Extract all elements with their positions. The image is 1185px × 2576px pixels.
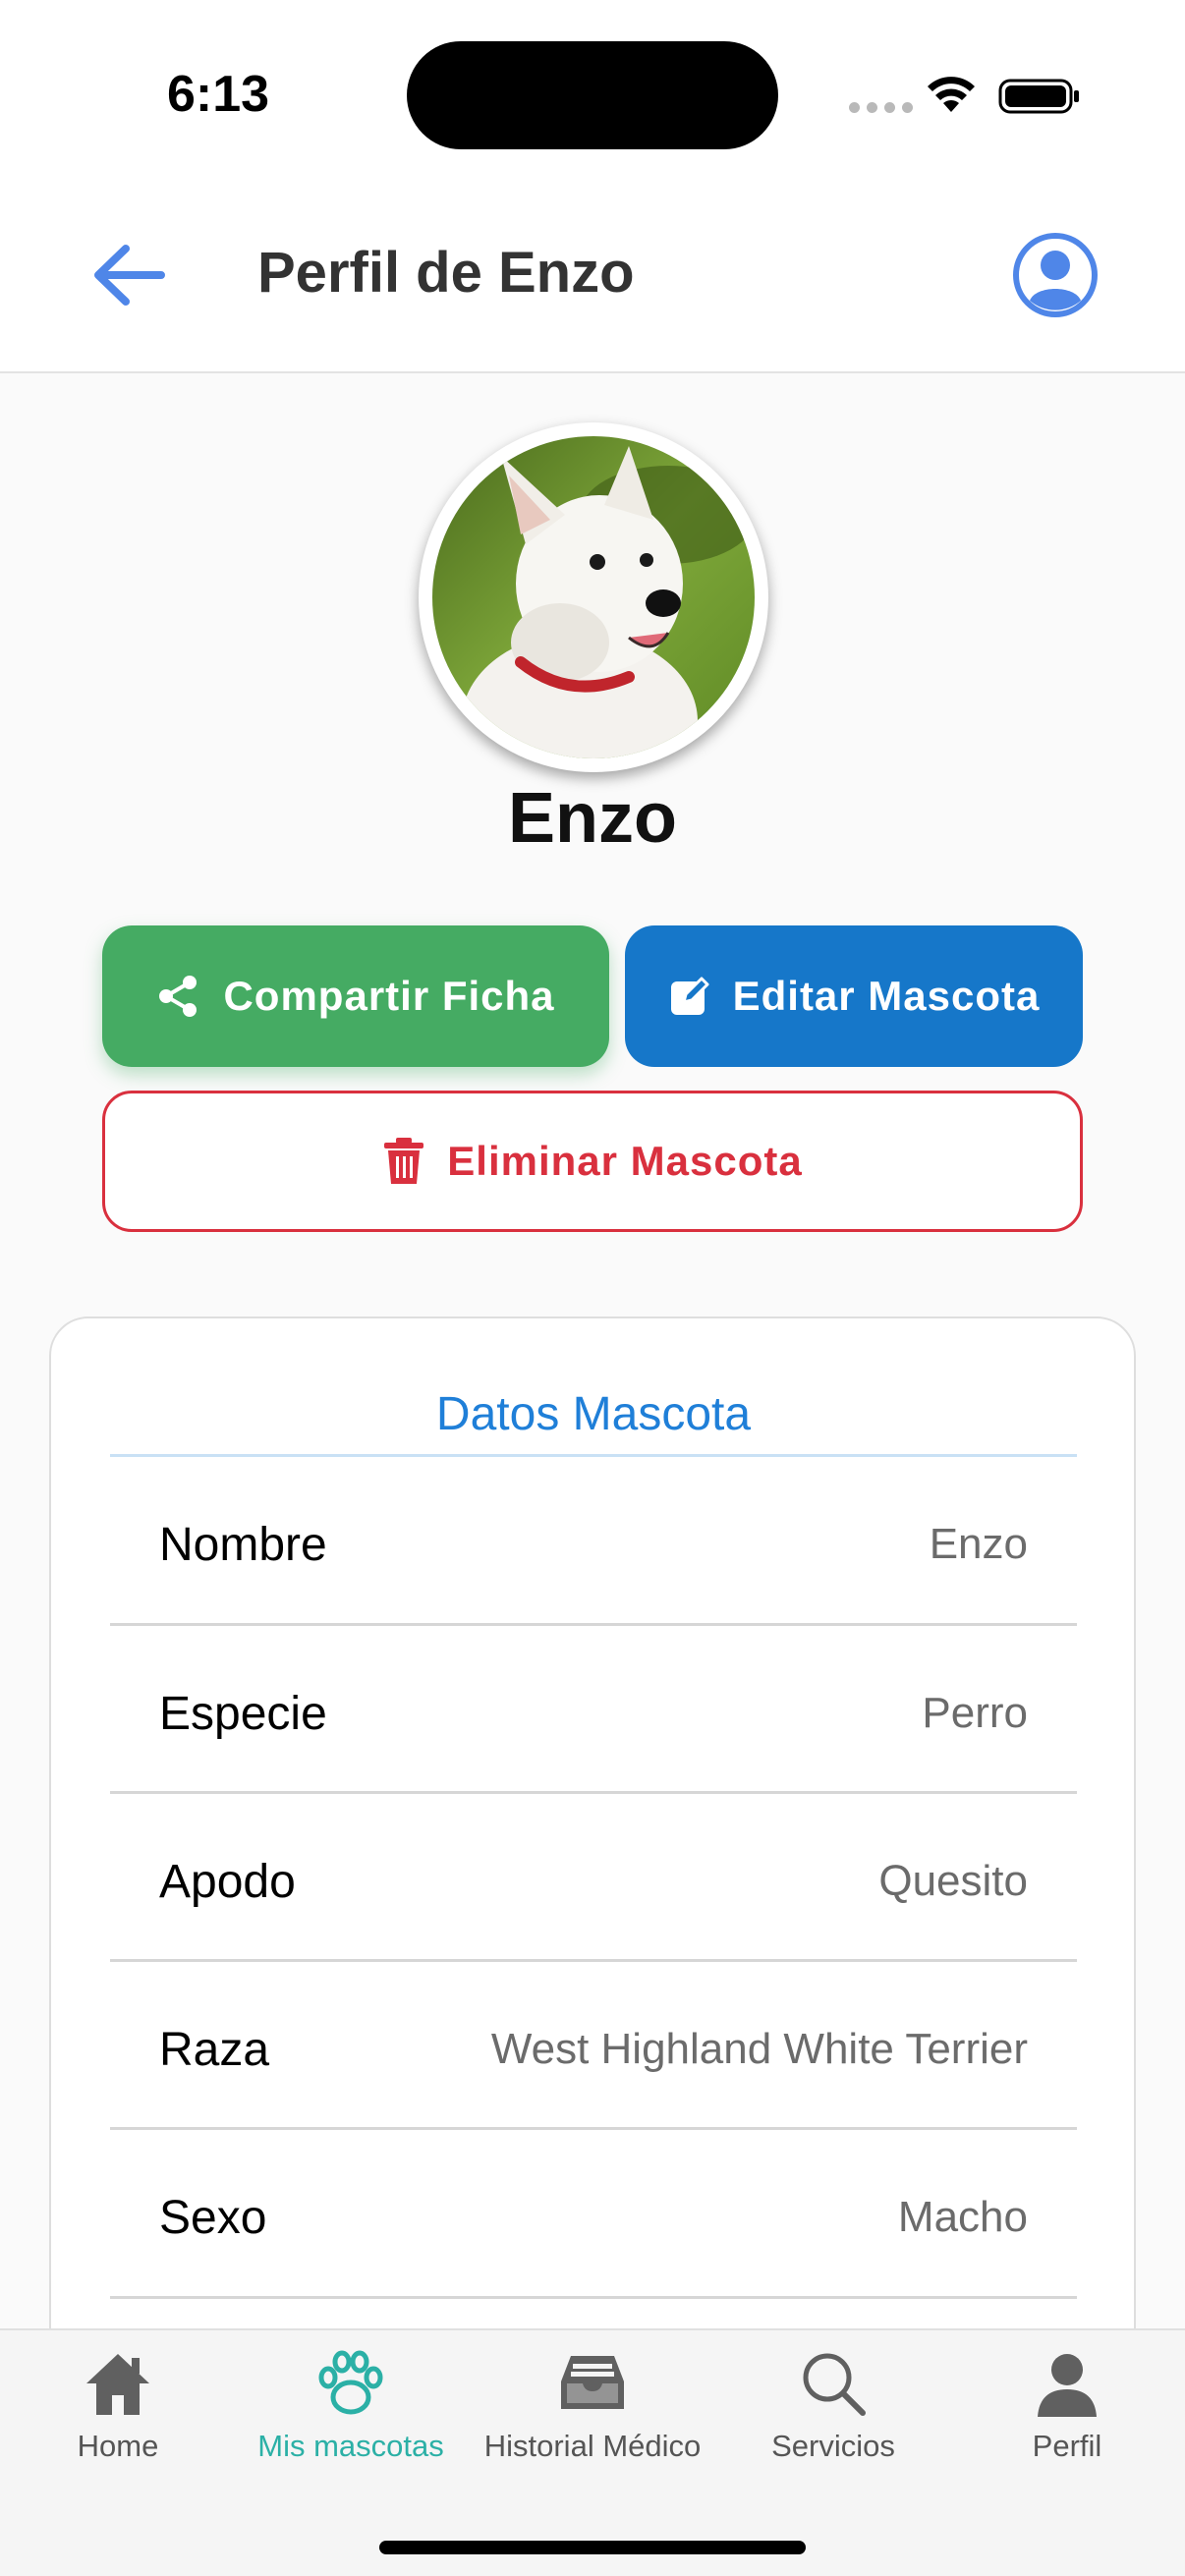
detail-value: West Highland White Terrier bbox=[490, 2025, 1028, 2073]
tab-profile[interactable]: Perfil bbox=[949, 2330, 1185, 2488]
detail-row: Apodo Quesito bbox=[110, 1791, 1077, 1960]
detail-label: Especie bbox=[159, 1688, 327, 1740]
battery-icon bbox=[998, 79, 1079, 114]
detail-row: Sexo Macho bbox=[110, 2127, 1077, 2296]
share-icon bbox=[159, 976, 198, 1017]
detail-label: Nombre bbox=[159, 1519, 327, 1571]
trash-icon bbox=[384, 1138, 424, 1184]
detail-label: Sexo bbox=[159, 2192, 267, 2244]
wifi-icon bbox=[928, 77, 975, 112]
edit-icon bbox=[670, 977, 709, 1015]
tab-my-pets-label: Mis mascotas bbox=[257, 2429, 444, 2463]
bottom-tab-bar: Home Mis mascotas Historial Médico Servi… bbox=[0, 2328, 1185, 2576]
account-button[interactable] bbox=[1008, 228, 1102, 322]
status-bar: 6:13 bbox=[0, 0, 1185, 187]
back-button[interactable] bbox=[88, 236, 167, 314]
tab-medical-history[interactable]: Historial Médico bbox=[475, 2330, 710, 2488]
paw-icon bbox=[318, 2350, 383, 2415]
status-time: 6:13 bbox=[167, 66, 270, 123]
tab-services[interactable]: Servicios bbox=[715, 2330, 951, 2488]
page-title: Perfil de Enzo bbox=[257, 241, 635, 305]
pet-name-heading: Enzo bbox=[508, 779, 677, 858]
home-indicator[interactable] bbox=[379, 2541, 806, 2554]
detail-value: Enzo bbox=[929, 1520, 1028, 1568]
cellular-signal-icon bbox=[849, 102, 913, 113]
home-icon bbox=[86, 2354, 149, 2415]
tab-my-pets[interactable]: Mis mascotas bbox=[233, 2330, 469, 2488]
detail-row: Especie Perro bbox=[110, 1623, 1077, 1792]
detail-value: Macho bbox=[897, 2193, 1028, 2241]
app-header: Perfil de Enzo bbox=[0, 187, 1185, 373]
user-circle-icon bbox=[1013, 233, 1098, 317]
detail-row-divider bbox=[110, 2296, 1077, 2328]
dynamic-island bbox=[407, 41, 778, 149]
detail-value: Perro bbox=[922, 1689, 1028, 1737]
inbox-icon bbox=[561, 2356, 624, 2409]
tab-home[interactable]: Home bbox=[0, 2330, 236, 2488]
card-title: Datos Mascota bbox=[435, 1388, 752, 1440]
tab-services-label: Servicios bbox=[771, 2429, 895, 2463]
tab-profile-label: Perfil bbox=[1032, 2429, 1102, 2463]
detail-row: Raza West Highland White Terrier bbox=[110, 1959, 1077, 2128]
tab-medical-history-label: Historial Médico bbox=[483, 2429, 702, 2463]
pet-profile-content[interactable]: Enzo Compartir Ficha Editar Mascota Elim… bbox=[0, 375, 1185, 2328]
edit-pet-button[interactable]: Editar Mascota bbox=[625, 925, 1083, 1067]
person-icon bbox=[1038, 2354, 1097, 2417]
pet-avatar bbox=[419, 422, 768, 772]
share-record-button[interactable]: Compartir Ficha bbox=[102, 925, 609, 1067]
delete-pet-button[interactable]: Eliminar Mascota bbox=[102, 1091, 1083, 1232]
arrow-left-icon bbox=[94, 245, 165, 306]
delete-pet-label: Eliminar Mascota bbox=[447, 1138, 803, 1184]
tab-home-label: Home bbox=[77, 2429, 159, 2463]
share-record-label: Compartir Ficha bbox=[223, 973, 555, 1019]
search-icon bbox=[803, 2353, 866, 2416]
pet-photo bbox=[432, 436, 755, 758]
detail-value: Quesito bbox=[878, 1857, 1028, 1905]
pet-details-card: Datos Mascota Nombre Enzo Especie Perro … bbox=[49, 1316, 1136, 2328]
edit-pet-label: Editar Mascota bbox=[732, 973, 1041, 1019]
detail-label: Apodo bbox=[159, 1856, 296, 1908]
detail-row: Nombre Enzo bbox=[110, 1454, 1077, 1623]
detail-label: Raza bbox=[159, 2024, 270, 2076]
